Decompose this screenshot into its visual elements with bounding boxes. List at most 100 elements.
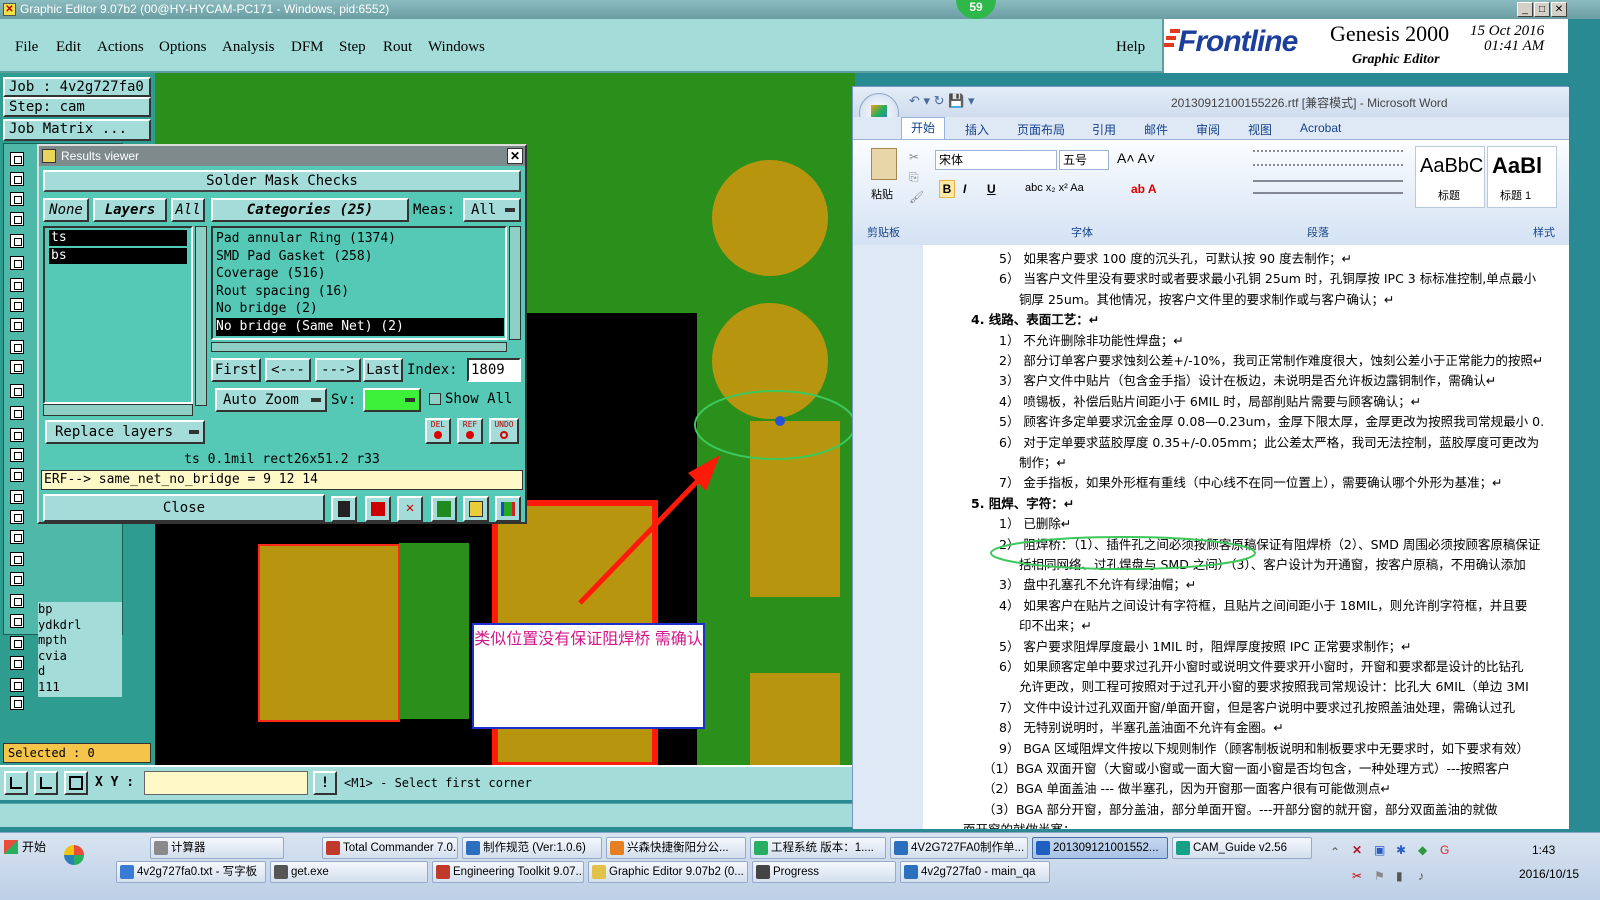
layer-checkbox[interactable]	[10, 318, 24, 332]
paragraph-controls[interactable]	[1253, 150, 1403, 202]
categories-button[interactable]: Categories (25)	[211, 198, 409, 222]
layer-checkbox[interactable]	[10, 212, 24, 226]
auto-zoom-select[interactable]: Auto Zoom	[215, 388, 327, 412]
minimize-button[interactable]: _	[1517, 2, 1533, 17]
layer-checkbox[interactable]	[10, 614, 24, 628]
tab-mailings[interactable]: 邮件	[1144, 121, 1168, 138]
dialog-close-icon[interactable]: ✕	[507, 148, 523, 164]
tray-security-icon[interactable]: G	[1440, 843, 1449, 857]
windows-orb-icon[interactable]	[64, 845, 84, 865]
tab-view[interactable]: 视图	[1248, 121, 1272, 138]
layer-checkbox[interactable]	[10, 530, 24, 544]
tray-power-icon[interactable]: ▮	[1396, 869, 1403, 883]
measure-icon[interactable]	[34, 771, 58, 795]
tray-network-icon[interactable]: ▣	[1374, 843, 1385, 857]
clock-time[interactable]: 1:43	[1532, 843, 1555, 857]
menu-step[interactable]: Step	[339, 39, 366, 56]
layer-checkbox[interactable]	[10, 572, 24, 586]
layer-item[interactable]: mpth	[38, 633, 122, 649]
font-size-select[interactable]: 五号	[1059, 150, 1109, 170]
layer-item[interactable]: ydkdrl	[38, 618, 122, 634]
format-painter-icon[interactable]: 🖌	[909, 190, 924, 204]
tab-page-layout[interactable]: 页面布局	[1017, 121, 1065, 138]
taskbar-button[interactable]: 4V2G727FA0制作单...	[890, 837, 1028, 859]
layer-checkbox[interactable]	[10, 340, 24, 354]
category-item[interactable]: No bridge (2)	[216, 300, 505, 318]
start-button[interactable]: 开始	[2, 836, 58, 860]
document-page[interactable]: 5） 如果客户要求 100 度的沉头孔，可默认按 90 度去制作；↵ 6） 当客户…	[923, 245, 1569, 829]
zoom-area-icon[interactable]	[4, 771, 28, 795]
menu-help[interactable]: Help	[1116, 39, 1145, 56]
layer-checkbox[interactable]	[10, 636, 24, 650]
job-matrix-button[interactable]: Job Matrix ...	[3, 119, 151, 141]
reference-icon[interactable]: REF	[457, 418, 483, 444]
layer-checkbox[interactable]	[10, 468, 24, 482]
taskbar-button[interactable]: 4v2g727fa0 - main_qa	[900, 861, 1050, 883]
taskbar-button[interactable]: Total Commander 7.0...	[322, 837, 458, 859]
none-button[interactable]: None	[43, 198, 89, 222]
result-layer-item[interactable]: ts	[49, 230, 187, 246]
menu-edit[interactable]: Edit	[56, 39, 81, 56]
last-button[interactable]: Last	[363, 358, 403, 382]
layer-item[interactable]: 111	[38, 680, 122, 696]
layers-button[interactable]: Layers	[93, 198, 167, 222]
layer-checkbox[interactable]	[10, 552, 24, 566]
layer-checkbox[interactable]	[10, 278, 24, 292]
layer-list-scrollbar[interactable]	[195, 226, 207, 406]
layer-item[interactable]: cvia	[38, 649, 122, 665]
menu-dfm[interactable]: DFM	[291, 39, 324, 56]
menu-file[interactable]: File	[15, 39, 38, 56]
show-all-checkbox[interactable]	[429, 393, 441, 405]
taskbar-button[interactable]: 计算器	[150, 837, 284, 859]
layer-item[interactable]: d	[38, 664, 122, 680]
layer-checkbox[interactable]	[10, 298, 24, 312]
layer-checkbox[interactable]	[10, 256, 24, 270]
bold-button[interactable]: B	[939, 180, 955, 198]
close-button[interactable]: Close	[43, 494, 325, 522]
copy-icon[interactable]: ⎘	[909, 170, 919, 185]
layer-checkbox[interactable]	[10, 360, 24, 374]
paste-label[interactable]: 粘贴	[871, 186, 893, 202]
category-item[interactable]: Pad annular Ring (1374)	[216, 230, 505, 248]
index-input[interactable]: 1809	[467, 358, 521, 382]
taskbar-button[interactable]: Progress	[752, 861, 896, 883]
taskbar-button[interactable]: CAM_Guide v2.56	[1172, 837, 1312, 859]
maximize-button[interactable]: □	[1534, 2, 1550, 17]
menu-rout[interactable]: Rout	[383, 39, 412, 56]
report-icon[interactable]	[463, 496, 489, 522]
tray-shield-icon[interactable]: ◆	[1418, 843, 1427, 857]
cancel-icon[interactable]: ✕	[397, 496, 423, 522]
tab-acrobat[interactable]: Acrobat	[1300, 121, 1341, 135]
category-item[interactable]: Coverage (516)	[216, 265, 505, 283]
tab-home[interactable]: 开始	[901, 117, 945, 139]
chart-icon[interactable]	[495, 496, 521, 522]
taskbar-button[interactable]: 工程系统 版本：1....	[750, 837, 886, 859]
delete-icon[interactable]: DEL	[425, 418, 451, 444]
grow-font-icon[interactable]: A˄ A˅	[1117, 150, 1155, 166]
category-item[interactable]: Rout spacing (16)	[216, 283, 505, 301]
tray-tool-icon[interactable]: ✂	[1352, 869, 1362, 883]
italic-button[interactable]: I	[963, 182, 966, 196]
layer-checkbox[interactable]	[10, 406, 24, 420]
tab-insert[interactable]: 插入	[965, 121, 989, 138]
first-button[interactable]: First	[211, 358, 261, 382]
pedestrian-icon[interactable]	[331, 496, 357, 522]
category-item-selected[interactable]: No bridge (Same Net) (2)	[216, 317, 504, 336]
taskbar-button[interactable]: 制作规范 (Ver:1.0.6)	[462, 837, 602, 859]
style-gallery-item[interactable]: AaBbC 标题	[1415, 146, 1485, 208]
layer-checkbox[interactable]	[10, 234, 24, 248]
prev-button[interactable]: <---	[265, 358, 311, 382]
quick-access-toolbar[interactable]: ↶ ▾ ↻ 💾 ▾	[909, 93, 974, 109]
result-layer-item[interactable]: bs	[49, 248, 187, 264]
style-gallery-item[interactable]: AaBl 标题 1	[1487, 146, 1557, 208]
layer-checkbox[interactable]	[10, 594, 24, 608]
exit-icon[interactable]	[365, 496, 391, 522]
undo-icon[interactable]: UNDO	[489, 418, 519, 444]
clock-date[interactable]: 2016/10/15	[1519, 867, 1579, 881]
category-list[interactable]: Pad annular Ring (1374) SMD Pad Gasket (…	[211, 226, 507, 340]
layer-checkbox[interactable]	[10, 678, 24, 692]
next-button[interactable]: --->	[315, 358, 361, 382]
underline-button[interactable]: U	[987, 182, 996, 196]
taskbar-button[interactable]: get.exe	[270, 861, 428, 883]
taskbar-button[interactable]: 4v2g727fa0.txt - 写字板	[116, 861, 266, 883]
